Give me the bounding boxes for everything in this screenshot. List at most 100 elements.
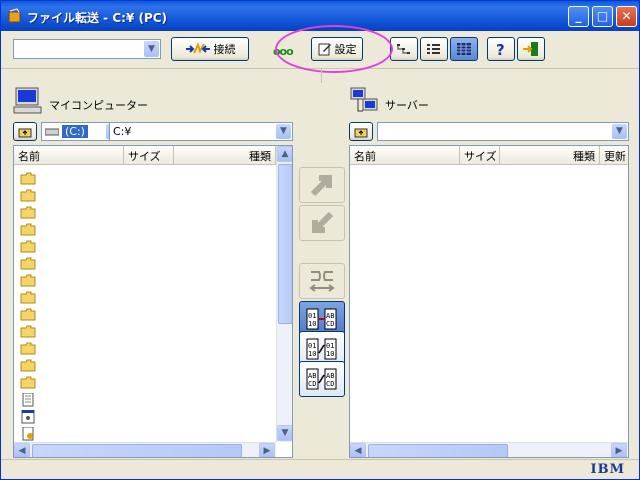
folder-icon[interactable]	[20, 342, 36, 356]
sync-button[interactable]	[299, 263, 345, 299]
text-mode-icon: 01 10 01 10	[306, 338, 337, 360]
svg-text:10: 10	[308, 320, 316, 328]
svg-text:CD: CD	[326, 380, 334, 388]
connect-label: 接続	[213, 43, 236, 56]
folder-icon[interactable]	[20, 240, 36, 254]
server-up-folder-button[interactable]	[349, 122, 373, 141]
drive-label: (C:)	[62, 125, 88, 138]
local-vscroll-thumb[interactable]	[278, 164, 292, 324]
chevron-down-icon[interactable]: ▼	[276, 124, 291, 139]
svg-text:10: 10	[308, 350, 316, 358]
column-size[interactable]: サイズ	[460, 146, 500, 164]
minimize-button[interactable]: _	[568, 6, 589, 27]
panel-divider	[321, 69, 322, 83]
download-button[interactable]	[299, 205, 345, 241]
svg-text:AB: AB	[326, 312, 334, 320]
local-panel-title: マイコンピューター	[49, 99, 148, 112]
local-path-value: C:¥	[113, 125, 132, 138]
transfer-mode-auto-button[interactable]: AB CD AB CD	[299, 361, 345, 397]
local-column-headers: 名前 サイズ 種類	[14, 146, 276, 165]
scroll-left-arrow-icon[interactable]: ◀	[350, 443, 366, 457]
my-computer-icon	[13, 87, 42, 114]
svg-text:CD: CD	[326, 320, 334, 328]
svg-text:01: 01	[308, 312, 316, 320]
folder-icon[interactable]	[20, 376, 36, 390]
upload-button[interactable]	[299, 167, 345, 203]
server-network-icon	[350, 87, 378, 112]
local-up-folder-button[interactable]	[13, 122, 37, 141]
settings-button[interactable]: 設定	[311, 37, 363, 61]
system-file-icon[interactable]	[20, 409, 36, 424]
exit-button[interactable]	[517, 37, 545, 61]
folder-icon[interactable]	[20, 274, 36, 288]
server-hscroll-thumb[interactable]	[368, 444, 508, 457]
tree-view-button[interactable]	[390, 37, 418, 61]
host-combo[interactable]: ▼	[13, 39, 161, 59]
svg-text:CD: CD	[308, 380, 316, 388]
settings-file-icon[interactable]	[20, 426, 36, 441]
list-view-button[interactable]	[420, 37, 448, 61]
ibm-logo: IBM	[590, 462, 625, 477]
server-panel-header: サーバー	[349, 87, 629, 117]
svg-text:AB: AB	[326, 372, 334, 380]
up-folder-icon	[354, 128, 368, 137]
column-size[interactable]: サイズ	[124, 146, 174, 164]
sync-icon	[309, 271, 335, 292]
folder-icon[interactable]	[20, 189, 36, 203]
svg-text:01: 01	[326, 342, 334, 350]
window-title: ファイル転送 - C:¥ (PC)	[27, 11, 168, 25]
details-view-button[interactable]	[450, 37, 478, 61]
server-path-combo[interactable]: ▼	[377, 122, 629, 141]
column-modified[interactable]: 更新	[600, 146, 628, 164]
binary-mode-icon: 01 10 AB CD	[306, 308, 337, 330]
app-icon	[8, 8, 21, 23]
hard-drive-icon	[45, 128, 59, 136]
text-file-icon[interactable]	[20, 392, 36, 407]
scroll-down-arrow-icon[interactable]: ▼	[277, 425, 292, 441]
local-vertical-scrollbar[interactable]: ▲ ▼	[276, 146, 292, 442]
local-panel-header: マイコンピューター	[13, 87, 293, 117]
help-button[interactable]: ?	[487, 37, 515, 61]
scroll-right-arrow-icon[interactable]: ▶	[259, 443, 275, 457]
connect-button[interactable]: 接続	[171, 37, 249, 61]
local-horizontal-scrollbar[interactable]: ◀ ▶	[14, 442, 276, 457]
server-file-list[interactable]: 名前 サイズ 種類 更新 ◀ ▶	[349, 145, 629, 458]
up-folder-icon	[18, 128, 32, 137]
chevron-down-icon[interactable]: ▼	[612, 124, 627, 139]
exit-door-icon	[523, 42, 538, 56]
title-bar: ファイル転送 - C:¥ (PC) _ □ ✕	[1, 1, 639, 31]
local-hscroll-thumb[interactable]	[32, 444, 242, 457]
folder-icon[interactable]	[20, 291, 36, 305]
details-view-icon	[457, 43, 471, 55]
list-view-icon	[427, 44, 440, 54]
close-button[interactable]: ✕	[616, 6, 637, 27]
status-bar: IBM	[1, 459, 639, 479]
column-type[interactable]: 種類	[174, 146, 276, 164]
folder-icon[interactable]	[20, 257, 36, 271]
folder-icon[interactable]	[20, 172, 36, 186]
folder-icon[interactable]	[20, 359, 36, 373]
server-horizontal-scrollbar[interactable]: ◀ ▶	[350, 442, 628, 457]
local-path-bar: (C:) ▼ C:¥ ▼	[13, 121, 295, 143]
scroll-left-arrow-icon[interactable]: ◀	[14, 443, 30, 457]
folder-icon[interactable]	[20, 308, 36, 322]
scroll-up-arrow-icon[interactable]: ▲	[277, 146, 292, 162]
column-type[interactable]: 種類	[500, 146, 600, 164]
folder-icon[interactable]	[20, 325, 36, 339]
chevron-down-icon[interactable]: ▼	[144, 41, 159, 57]
maximize-button[interactable]: □	[592, 6, 613, 27]
help-icon: ?	[496, 41, 505, 57]
tree-view-icon	[397, 44, 410, 54]
local-file-list[interactable]: 名前 サイズ 種類 ▲ ▼ ◀ ▶	[13, 145, 293, 458]
column-name[interactable]: 名前	[14, 146, 124, 164]
file-transfer-window: ファイル転送 - C:¥ (PC) _ □ ✕ ▼ 接続 ooo 設定 ? マイ…	[0, 0, 640, 480]
pencil-icon	[318, 43, 331, 56]
settings-label: 設定	[334, 43, 357, 56]
folder-icon[interactable]	[20, 223, 36, 237]
local-path-combo[interactable]: C:¥ ▼	[109, 122, 293, 141]
folder-icon[interactable]	[20, 206, 36, 220]
toolbar: ▼ 接続 ooo 設定 ?	[1, 31, 639, 69]
svg-text:?: ?	[496, 41, 505, 57]
scroll-right-arrow-icon[interactable]: ▶	[611, 443, 627, 457]
column-name[interactable]: 名前	[350, 146, 460, 164]
